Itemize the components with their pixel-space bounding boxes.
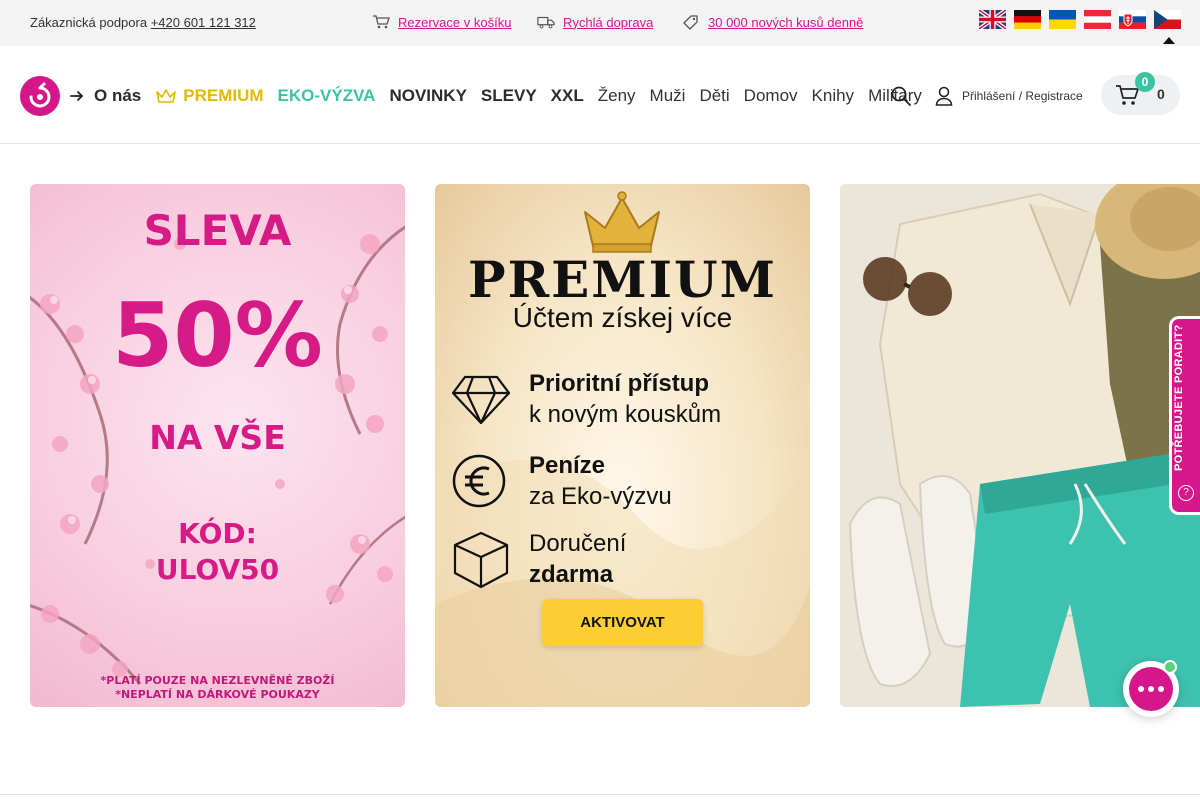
sale-fine-print: *PLATÍ POUZE NA NEZLEVNĚNÉ ZBOŽÍ *NEPLAT… [30,674,405,702]
sale-percent: 50% [112,284,323,387]
activate-premium-button[interactable]: AKTIVOVAT [542,599,703,646]
benefit-priority-a: Prioritní přístup [529,370,709,397]
question-icon: ? [1178,485,1194,501]
feature-new-items[interactable]: 30 000 nových kusů denně [682,14,863,30]
chat-widget-button[interactable] [1123,660,1179,717]
user-icon [935,86,953,106]
login-register-link[interactable]: Přihlášení / Registrace [935,86,1083,106]
language-switcher [979,10,1181,29]
cart-badge: 0 [1135,72,1155,92]
nav-eco-challenge[interactable]: EKO-VÝZVA [278,86,376,106]
summer-outfit-image [840,184,1200,707]
cart-button[interactable]: 0 0 [1101,72,1180,115]
chat-bubble-icon [1129,667,1173,711]
flag-de-icon[interactable] [1014,10,1041,29]
euro-coin-icon [452,454,506,508]
online-status-dot [1163,660,1177,674]
cart-icon [1116,85,1139,105]
feature-fast-delivery[interactable]: Rychlá doprava [537,14,653,30]
benefit-money: Peníze za Eko-výzvu [451,450,672,512]
summer-fashion-banner[interactable] [840,184,1200,707]
top-bar: Zákaznická podpora +420 601 121 312 Reze… [0,0,1200,46]
flag-at-icon[interactable] [1084,10,1111,29]
flag-sk-icon[interactable] [1119,10,1146,29]
sale-code-label: KÓD: [178,517,257,550]
sale-code: KÓD: ULOV50 [30,516,405,588]
crown-icon [156,89,177,103]
box-icon [453,531,509,589]
support-phone-link[interactable]: +420 601 121 312 [151,15,256,30]
benefit-money-a: Peníze [529,452,606,479]
login-label: Přihlášení / Registrace [962,89,1083,103]
benefit-delivery-b: zdarma [529,561,614,588]
cart-icon [373,15,390,29]
flag-en-icon[interactable] [979,10,1006,29]
nav-about[interactable]: O nás [94,86,141,106]
nav-zeny[interactable]: Ženy [598,86,636,106]
nav-premium[interactable]: PREMIUM [155,86,264,106]
nav-xxl[interactable]: XXL [551,86,584,106]
nav-premium-label: PREMIUM [183,86,264,105]
feature-cart-reservation[interactable]: Rezervace v košíku [372,14,511,30]
sale-note-2: *NEPLATÍ NA DÁRKOVÉ POUKAZY [115,688,320,701]
support-label: Zákaznická podpora [30,15,148,30]
nav-knihy[interactable]: Knihy [812,86,855,106]
truck-icon [537,16,555,29]
nav-muzi[interactable]: Muži [650,86,686,106]
logo-icon [29,82,51,108]
sale-scope: NA VŠE [149,418,286,457]
nav-domov[interactable]: Domov [744,86,798,106]
flag-cz-icon[interactable] [1154,10,1181,29]
sale-note-1: *PLATÍ POUZE NA NEZLEVNĚNÉ ZBOŽÍ [100,674,335,687]
premium-banner[interactable]: PREMIUM Účtem získej více Prioritní přís… [435,184,810,707]
flag-ua-icon[interactable] [1049,10,1076,29]
benefit-money-b: za Eko-výzvu [529,483,672,510]
feature-cart-link[interactable]: Rezervace v košíku [398,15,511,30]
arrow-right-icon [70,91,84,101]
nav-slevy[interactable]: SLEVY [481,86,537,106]
help-side-tab[interactable]: POTŘEBUJETE PORADIT? ? [1169,316,1200,515]
help-tab-label: POTŘEBUJETE PORADIT? [1173,324,1185,471]
search-icon[interactable] [891,86,911,106]
feature-delivery-link[interactable]: Rychlá doprava [563,15,653,30]
nav-novinky[interactable]: NOVINKY [389,86,466,106]
customer-support: Zákaznická podpora +420 601 121 312 [30,15,256,30]
benefit-delivery: Doručení zdarma [451,528,626,590]
main-nav: O nás PREMIUM EKO-VÝZVA NOVINKY SLEVY XX… [70,84,936,108]
feature-new-items-link[interactable]: 30 000 nových kusů denně [708,15,863,30]
premium-title: PREMIUM [468,250,777,309]
benefit-priority-b: k novým kouskům [529,401,722,428]
nav-deti[interactable]: Děti [699,86,729,106]
diamond-icon [451,375,511,425]
benefit-delivery-a: Doručení [529,530,627,557]
benefit-priority: Prioritní přístup k novým kouskům [451,368,721,430]
site-logo[interactable] [20,76,60,116]
premium-subtitle: Účtem získej více [512,302,733,333]
main-header: O nás PREMIUM EKO-VÝZVA NOVINKY SLEVY XX… [0,46,1200,144]
sale-banner[interactable]: SLEVA 50% NA VŠE KÓD: ULOV50 *PLATÍ POUZ… [30,184,405,707]
sale-code-value: ULOV50 [155,553,280,586]
tag-icon [683,15,698,30]
active-language-caret-icon [1163,37,1175,44]
crown-icon [584,191,660,253]
cart-count: 0 [1157,86,1165,102]
section-divider [0,794,1200,795]
sale-title: SLEVA [143,206,292,255]
